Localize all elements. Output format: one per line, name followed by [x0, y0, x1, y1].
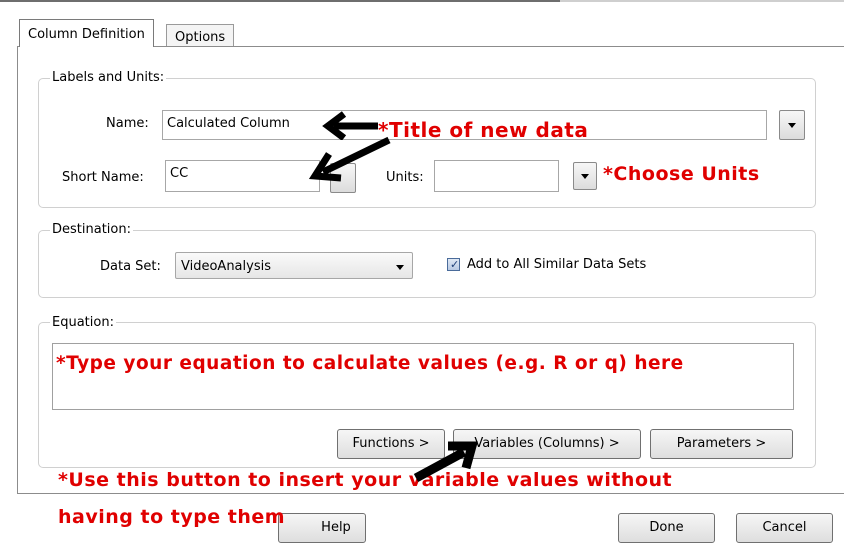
annotation-title-note: *Title of new data	[378, 118, 589, 142]
tab-column-definition[interactable]: Column Definition	[19, 19, 154, 47]
labels-units-title: Labels and Units:	[50, 70, 167, 85]
units-dropdown-button[interactable]	[573, 162, 597, 190]
equation-title: Equation:	[50, 315, 116, 330]
add-all-label: Add to All Similar Data Sets	[467, 257, 647, 272]
done-button[interactable]: Done	[618, 513, 715, 543]
labels-units-group	[38, 78, 816, 208]
cancel-button[interactable]: Cancel	[736, 513, 833, 543]
arrow-icon-variables	[413, 441, 478, 482]
units-field[interactable]	[434, 160, 559, 192]
tab-options[interactable]: Options	[166, 24, 235, 48]
annotation-equation-note: *Type your equation to calculate values …	[56, 353, 684, 374]
annotation-units-note: *Choose Units	[603, 163, 760, 185]
short-name-label: Short Name:	[62, 170, 144, 185]
checkmark-icon: ✓	[450, 258, 460, 271]
annotation-variables-note-line1: *Use this button to insert your variable…	[58, 469, 673, 491]
window-top-edge	[0, 0, 560, 2]
name-dropdown-button[interactable]	[779, 110, 805, 140]
annotation-variables-note-line2: having to type them	[58, 506, 286, 528]
chevron-down-icon	[581, 174, 589, 179]
add-all-checkbox[interactable]: ✓	[447, 258, 460, 271]
name-label: Name:	[106, 116, 149, 131]
chevron-down-icon	[788, 123, 796, 128]
parameters-button[interactable]: Parameters >	[650, 429, 793, 459]
data-set-select[interactable]: VideoAnalysis	[175, 252, 413, 279]
short-name-field[interactable]: CC	[165, 160, 320, 192]
data-set-value: VideoAnalysis	[181, 259, 271, 274]
help-button[interactable]: Help	[278, 513, 366, 543]
chevron-down-icon	[396, 265, 404, 270]
destination-title: Destination:	[50, 222, 133, 237]
window-top-edge-light	[560, 0, 844, 2]
data-set-label: Data Set:	[100, 259, 161, 274]
arrow-icon-short-name	[308, 136, 391, 182]
